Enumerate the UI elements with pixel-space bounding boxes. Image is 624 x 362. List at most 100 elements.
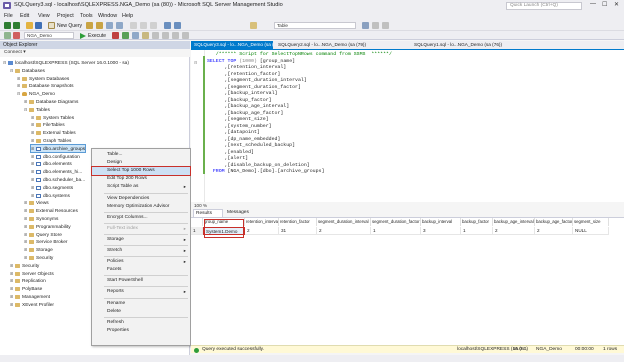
- grid-column-header[interactable]: backup_factor: [461, 218, 493, 226]
- find-icon[interactable]: [250, 22, 257, 29]
- tree-node[interactable]: ⊟ Tables: [24, 106, 50, 113]
- grid-column-header[interactable]: backup_age_interval: [493, 218, 535, 226]
- tree-node[interactable]: ⊞ External Tables: [31, 129, 76, 136]
- quick-launch-input[interactable]: Quick Launch (Ctrl+Q): [506, 2, 582, 10]
- tree-node-selected[interactable]: ⊞ dbo.archive_groups: [29, 143, 87, 153]
- properties-icon[interactable]: [372, 22, 379, 29]
- close-button[interactable]: ✕: [614, 1, 619, 8]
- tree-node[interactable]: ⊞ Server Objects: [10, 270, 54, 277]
- tree-node[interactable]: ⊞ System Tables: [31, 114, 74, 121]
- tree-node[interactable]: ⊞ Programmability: [24, 223, 71, 230]
- menu-item-reports[interactable]: Reports ▸: [92, 288, 190, 296]
- undo-icon[interactable]: [164, 22, 171, 29]
- tree-node[interactable]: ⊞ Graph Tables: [31, 137, 71, 144]
- tree-node[interactable]: ⊞ Storage: [24, 246, 53, 253]
- tab-sqlquery3[interactable]: SQLQuery3.sql - lo...NGA_Demo (sa (80)): [191, 41, 273, 49]
- menu-item-view-dependencies[interactable]: View Dependencies: [92, 195, 190, 203]
- execute-button[interactable]: Execute: [88, 33, 106, 39]
- tree-node[interactable]: ⊞ Management: [10, 293, 50, 300]
- paste-icon[interactable]: [150, 22, 157, 29]
- menu-project[interactable]: Project: [57, 13, 74, 19]
- estimated-plan-icon[interactable]: [132, 32, 139, 39]
- new-query-button[interactable]: New Query: [57, 23, 82, 29]
- maximize-button[interactable]: ☐: [602, 1, 607, 8]
- tree-node[interactable]: ⊞ Query Store: [24, 231, 62, 238]
- menu-item-storage[interactable]: Storage ▸: [92, 236, 190, 244]
- tab-sqlquery2[interactable]: SQLQuery2.sql - lo...NGA_Demo (sa (79)): [275, 41, 379, 49]
- results-grid[interactable]: group_name retention_interval retention_fa…: [191, 217, 624, 345]
- tab-messages[interactable]: Messages: [225, 209, 259, 217]
- tree-node[interactable]: ⊞ FileTables: [31, 121, 65, 128]
- back-icon[interactable]: [4, 22, 11, 29]
- grid-column-header[interactable]: [191, 218, 203, 226]
- tree-node[interactable]: ⊟ localhost\SQLEXPRESS (SQL Server 16.0.1…: [3, 59, 129, 66]
- grid-column-header[interactable]: backup_age_factor: [535, 218, 573, 226]
- menu-window[interactable]: Window: [98, 13, 117, 19]
- db-query-icon[interactable]: [86, 22, 93, 29]
- forward-icon[interactable]: [13, 22, 20, 29]
- tree-node[interactable]: ⊞ Security: [10, 262, 39, 269]
- menu-item-facets[interactable]: Facets: [92, 266, 190, 274]
- comment-icon[interactable]: [172, 32, 179, 39]
- save-icon[interactable]: [35, 22, 42, 29]
- menu-edit[interactable]: Edit: [20, 13, 29, 19]
- new-query-icon[interactable]: [48, 22, 55, 29]
- grid-cell[interactable]: 1: [461, 227, 493, 235]
- tree-node[interactable]: ⊞ PolyBase: [10, 285, 42, 292]
- disconnect-icon[interactable]: [13, 32, 20, 39]
- tab-results[interactable]: Results: [193, 209, 223, 217]
- search-icon[interactable]: [362, 22, 369, 29]
- tree-node[interactable]: ⊞ External Resources: [24, 207, 78, 214]
- tab-sqlquery1[interactable]: SQLQuery1.sql - lo...NGA_Demo (sa (76)): [411, 41, 521, 49]
- tree-node[interactable]: ⊞ Replication: [10, 277, 46, 284]
- menu-item-script-table-as[interactable]: Script Table as ▸: [92, 183, 190, 191]
- database-combo[interactable]: NGA_Demo: [24, 32, 74, 39]
- menu-item-memory-optimization-advisor[interactable]: Memory Optimization Advisor: [92, 203, 190, 211]
- grid-column-header[interactable]: segment_size: [573, 218, 609, 226]
- menu-item-rename[interactable]: Rename: [92, 300, 190, 308]
- menu-item-stretch[interactable]: Stretch ▸: [92, 247, 190, 255]
- tree-node[interactable]: ⊞ XEvent Profiler: [10, 301, 54, 308]
- parse-icon[interactable]: [122, 32, 129, 39]
- tree-node[interactable]: ⊞ Security: [24, 254, 53, 261]
- menu-item-properties[interactable]: Properties: [92, 327, 190, 335]
- tree-node[interactable]: ⊟ Databases: [10, 67, 45, 74]
- menu-item-select-top-1000-rows[interactable]: Select Top 1000 Rows: [91, 166, 191, 177]
- grid-column-header[interactable]: segment_duration_factor: [371, 218, 421, 226]
- grid-cell[interactable]: 31: [279, 227, 317, 235]
- menu-item-start-powershell[interactable]: Start PowerShell: [92, 277, 190, 285]
- grid-cell[interactable]: NULL: [573, 227, 609, 235]
- cancel-query-icon[interactable]: [112, 32, 119, 39]
- menu-help[interactable]: Help: [122, 13, 133, 19]
- tree-node[interactable]: ⊞ dbo.segments: [31, 184, 73, 191]
- results-to-grid-icon[interactable]: [162, 32, 169, 39]
- tree-node[interactable]: ⊟ NGA_Demo: [17, 90, 55, 97]
- tree-node[interactable]: ⊞ Service Broker: [24, 238, 67, 245]
- redo-icon[interactable]: [174, 22, 181, 29]
- menu-view[interactable]: View: [38, 13, 50, 19]
- tree-node[interactable]: ⊞ Synonyms: [24, 215, 58, 222]
- copy-icon[interactable]: [140, 22, 147, 29]
- grid-row-number[interactable]: 1: [191, 227, 203, 235]
- menu-item-design[interactable]: Design: [92, 159, 190, 167]
- dmx-query-icon[interactable]: [106, 22, 113, 29]
- menu-item-table[interactable]: Table...: [92, 151, 190, 159]
- query-designer-icon[interactable]: [142, 32, 149, 39]
- grid-cell[interactable]: 2: [535, 227, 573, 235]
- menu-item-encrypt-columns[interactable]: Encrypt Columns...: [92, 214, 190, 222]
- tree-node[interactable]: ⊞ dbo.configuration: [31, 153, 80, 160]
- menu-item-delete[interactable]: Delete: [92, 308, 190, 316]
- tree-node[interactable]: ⊞ Database Diagrams: [24, 98, 78, 105]
- grid-column-header[interactable]: backup_interval: [421, 218, 461, 226]
- menu-tools[interactable]: Tools: [80, 13, 93, 19]
- connect-icon[interactable]: [4, 32, 11, 39]
- tree-node[interactable]: ⊞ dbo.scheduler_ba...: [31, 176, 85, 183]
- menu-file[interactable]: File: [4, 13, 13, 19]
- grid-cell[interactable]: 2: [317, 227, 371, 235]
- grid-column-header[interactable]: retention_factor: [279, 218, 317, 226]
- tree-node[interactable]: ⊞ Database Snapshots: [17, 82, 74, 89]
- uncomment-icon[interactable]: [182, 32, 189, 39]
- tree-node[interactable]: ⊞ dbo.elements_hi...: [31, 168, 82, 175]
- tree-node[interactable]: ⊞ Views: [24, 199, 49, 206]
- fold-icon[interactable]: ⊟: [194, 60, 197, 65]
